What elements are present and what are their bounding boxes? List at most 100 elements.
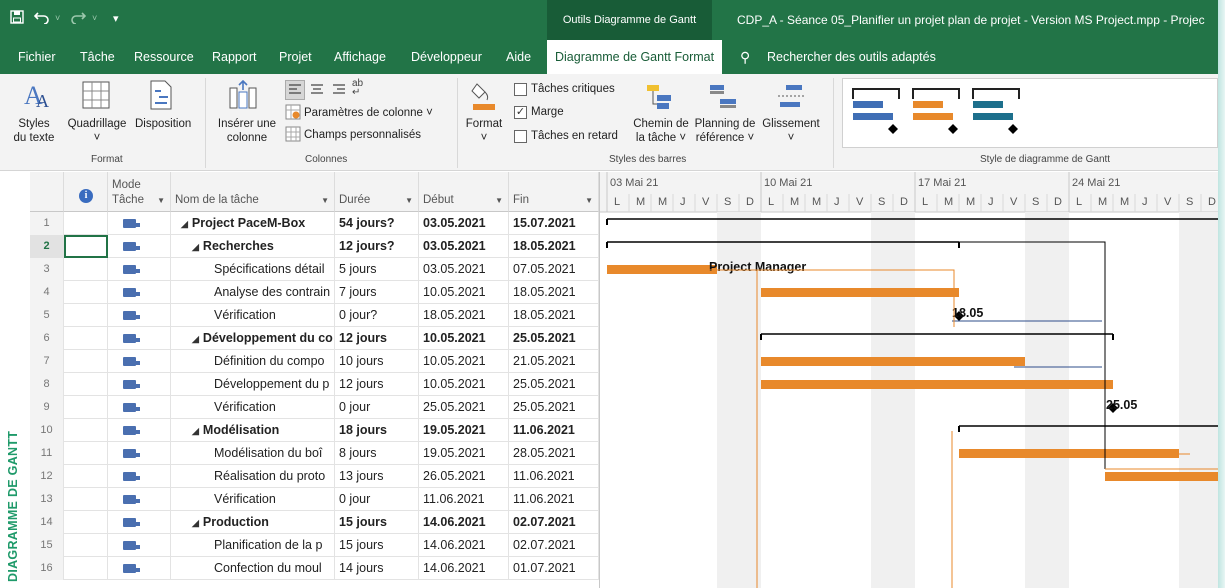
row-number[interactable]: 11 bbox=[30, 442, 64, 465]
duration-cell[interactable]: 0 jour? bbox=[335, 304, 419, 327]
text-styles-button[interactable]: Styles du texte bbox=[4, 117, 64, 145]
finish-filter-dropdown-icon[interactable]: ▼ bbox=[585, 196, 593, 205]
menu-affichage[interactable]: Affichage bbox=[334, 40, 386, 74]
task-mode-cell[interactable] bbox=[108, 327, 171, 350]
collapse-triangle-icon[interactable]: ◢ bbox=[181, 219, 188, 229]
info-cell[interactable] bbox=[64, 465, 108, 488]
layout-button[interactable]: Disposition bbox=[135, 117, 191, 131]
row-number[interactable]: 14 bbox=[30, 511, 64, 534]
finish-cell[interactable]: 25.05.2021 bbox=[509, 373, 599, 396]
task-name-cell[interactable]: ◢ Modélisation bbox=[171, 419, 335, 442]
task-path-button[interactable]: Chemin de la tâche ˅ bbox=[628, 117, 694, 145]
row-number[interactable]: 2 bbox=[30, 235, 64, 258]
task-mode-cell[interactable] bbox=[108, 281, 171, 304]
finish-cell[interactable]: 18.05.2021 bbox=[509, 304, 599, 327]
duration-cell[interactable]: 15 jours bbox=[335, 511, 419, 534]
task-mode-cell[interactable] bbox=[108, 557, 171, 580]
duration-cell[interactable]: 8 jours bbox=[335, 442, 419, 465]
column-settings-button[interactable]: Paramètres de colonne ˅ bbox=[304, 106, 433, 120]
task-name-cell[interactable]: Définition du compo bbox=[171, 350, 335, 373]
menu-ressource[interactable]: Ressource bbox=[134, 40, 194, 74]
finish-cell[interactable]: 21.05.2021 bbox=[509, 350, 599, 373]
custom-fields-button[interactable]: Champs personnalisés bbox=[304, 128, 421, 142]
task-name-cell[interactable]: Développement du p bbox=[171, 373, 335, 396]
gantt-style-orange[interactable] bbox=[911, 87, 963, 138]
duration-cell[interactable]: 54 jours? bbox=[335, 212, 419, 235]
info-cell[interactable] bbox=[64, 212, 108, 235]
task-mode-cell[interactable] bbox=[108, 235, 171, 258]
finish-column-header[interactable]: Fin ▼ bbox=[509, 172, 599, 212]
task-name-cell[interactable]: Planification de la p bbox=[171, 534, 335, 557]
row-number[interactable]: 12 bbox=[30, 465, 64, 488]
row-number[interactable]: 9 bbox=[30, 396, 64, 419]
info-cell[interactable] bbox=[64, 488, 108, 511]
finish-cell[interactable]: 18.05.2021 bbox=[509, 281, 599, 304]
insert-column-button[interactable]: Insérer une colonne bbox=[213, 117, 281, 145]
task-name-cell[interactable]: Vérification bbox=[171, 488, 335, 511]
finish-cell[interactable]: 02.07.2021 bbox=[509, 534, 599, 557]
start-cell[interactable]: 14.06.2021 bbox=[419, 534, 509, 557]
table-row[interactable]: 14 ◢ Production 15 jours 14.06.2021 02.07.202… bbox=[30, 511, 599, 534]
menu-tache[interactable]: Tâche bbox=[80, 40, 115, 74]
task-name-cell[interactable]: ◢ Production bbox=[171, 511, 335, 534]
duration-cell[interactable]: 14 jours bbox=[335, 557, 419, 580]
task-name-cell[interactable]: Vérification bbox=[171, 304, 335, 327]
task-name-cell[interactable]: Vérification bbox=[171, 396, 335, 419]
info-cell[interactable] bbox=[64, 511, 108, 534]
task-mode-cell[interactable] bbox=[108, 488, 171, 511]
table-row[interactable]: 15 Planification de la p 15 jours 14.06.202… bbox=[30, 534, 599, 557]
info-cell[interactable] bbox=[64, 557, 108, 580]
info-cell[interactable] bbox=[64, 534, 108, 557]
start-cell[interactable]: 03.05.2021 bbox=[419, 258, 509, 281]
task-mode-cell[interactable] bbox=[108, 304, 171, 327]
row-number[interactable]: 10 bbox=[30, 419, 64, 442]
duration-cell[interactable]: 5 jours bbox=[335, 258, 419, 281]
menu-fichier[interactable]: Fichier bbox=[18, 40, 56, 74]
name-column-header[interactable]: Nom de la tâche ▼ bbox=[171, 172, 335, 212]
undo-icon[interactable] bbox=[33, 10, 50, 27]
table-row[interactable]: 13 Vérification 0 jour 11.06.2021 11.06.2021 bbox=[30, 488, 599, 511]
finish-cell[interactable]: 11.06.2021 bbox=[509, 465, 599, 488]
table-row[interactable]: 11 Modélisation du boî 8 jours 19.05.2021 28… bbox=[30, 442, 599, 465]
start-cell[interactable]: 19.05.2021 bbox=[419, 419, 509, 442]
start-cell[interactable]: 18.05.2021 bbox=[419, 304, 509, 327]
row-number[interactable]: 13 bbox=[30, 488, 64, 511]
align-right-button[interactable] bbox=[330, 81, 348, 102]
info-cell[interactable] bbox=[64, 327, 108, 350]
collapse-triangle-icon[interactable]: ◢ bbox=[192, 426, 199, 436]
row-number[interactable]: 8 bbox=[30, 373, 64, 396]
search-tools-input[interactable]: Rechercher des outils adaptés bbox=[767, 40, 936, 74]
start-cell[interactable]: 10.05.2021 bbox=[419, 350, 509, 373]
menu-rapport[interactable]: Rapport bbox=[212, 40, 256, 74]
menu-aide[interactable]: Aide bbox=[506, 40, 531, 74]
undo-dropdown-icon[interactable]: ˅ bbox=[55, 13, 60, 23]
info-cell[interactable] bbox=[64, 396, 108, 419]
slippage-button[interactable]: Glissement ˅ bbox=[758, 117, 824, 145]
customize-icon[interactable]: ▾ bbox=[113, 12, 119, 25]
task-name-cell[interactable]: Spécifications détail bbox=[171, 258, 335, 281]
info-cell[interactable] bbox=[64, 258, 108, 281]
start-cell[interactable]: 10.05.2021 bbox=[419, 373, 509, 396]
task-mode-cell[interactable] bbox=[108, 396, 171, 419]
critical-tasks-checkbox[interactable] bbox=[514, 83, 527, 96]
late-tasks-checkbox[interactable] bbox=[514, 130, 527, 143]
table-row[interactable]: 12 Réalisation du proto 13 jours 26.05.2021… bbox=[30, 465, 599, 488]
start-cell[interactable]: 03.05.2021 bbox=[419, 235, 509, 258]
info-cell[interactable] bbox=[64, 304, 108, 327]
start-cell[interactable]: 14.06.2021 bbox=[419, 511, 509, 534]
duration-cell[interactable]: 0 jour bbox=[335, 488, 419, 511]
tab-gantt-format[interactable]: Diagramme de Gantt Format bbox=[547, 40, 723, 74]
task-mode-cell[interactable] bbox=[108, 212, 171, 235]
duration-cell[interactable]: 7 jours bbox=[335, 281, 419, 304]
task-mode-cell[interactable] bbox=[108, 419, 171, 442]
info-cell[interactable] bbox=[64, 281, 108, 304]
table-row[interactable]: 16 Confection du moul 14 jours 14.06.2021 01… bbox=[30, 557, 599, 580]
info-cell[interactable] bbox=[64, 373, 108, 396]
finish-cell[interactable]: 18.05.2021 bbox=[509, 235, 599, 258]
format-bar-button[interactable]: Format ˅ bbox=[463, 117, 505, 145]
duration-filter-dropdown-icon[interactable]: ▼ bbox=[405, 196, 413, 205]
duration-cell[interactable]: 12 jours bbox=[335, 327, 419, 350]
info-column-header[interactable]: i bbox=[64, 172, 108, 212]
align-center-button[interactable] bbox=[308, 81, 326, 102]
duration-cell[interactable]: 0 jour bbox=[335, 396, 419, 419]
